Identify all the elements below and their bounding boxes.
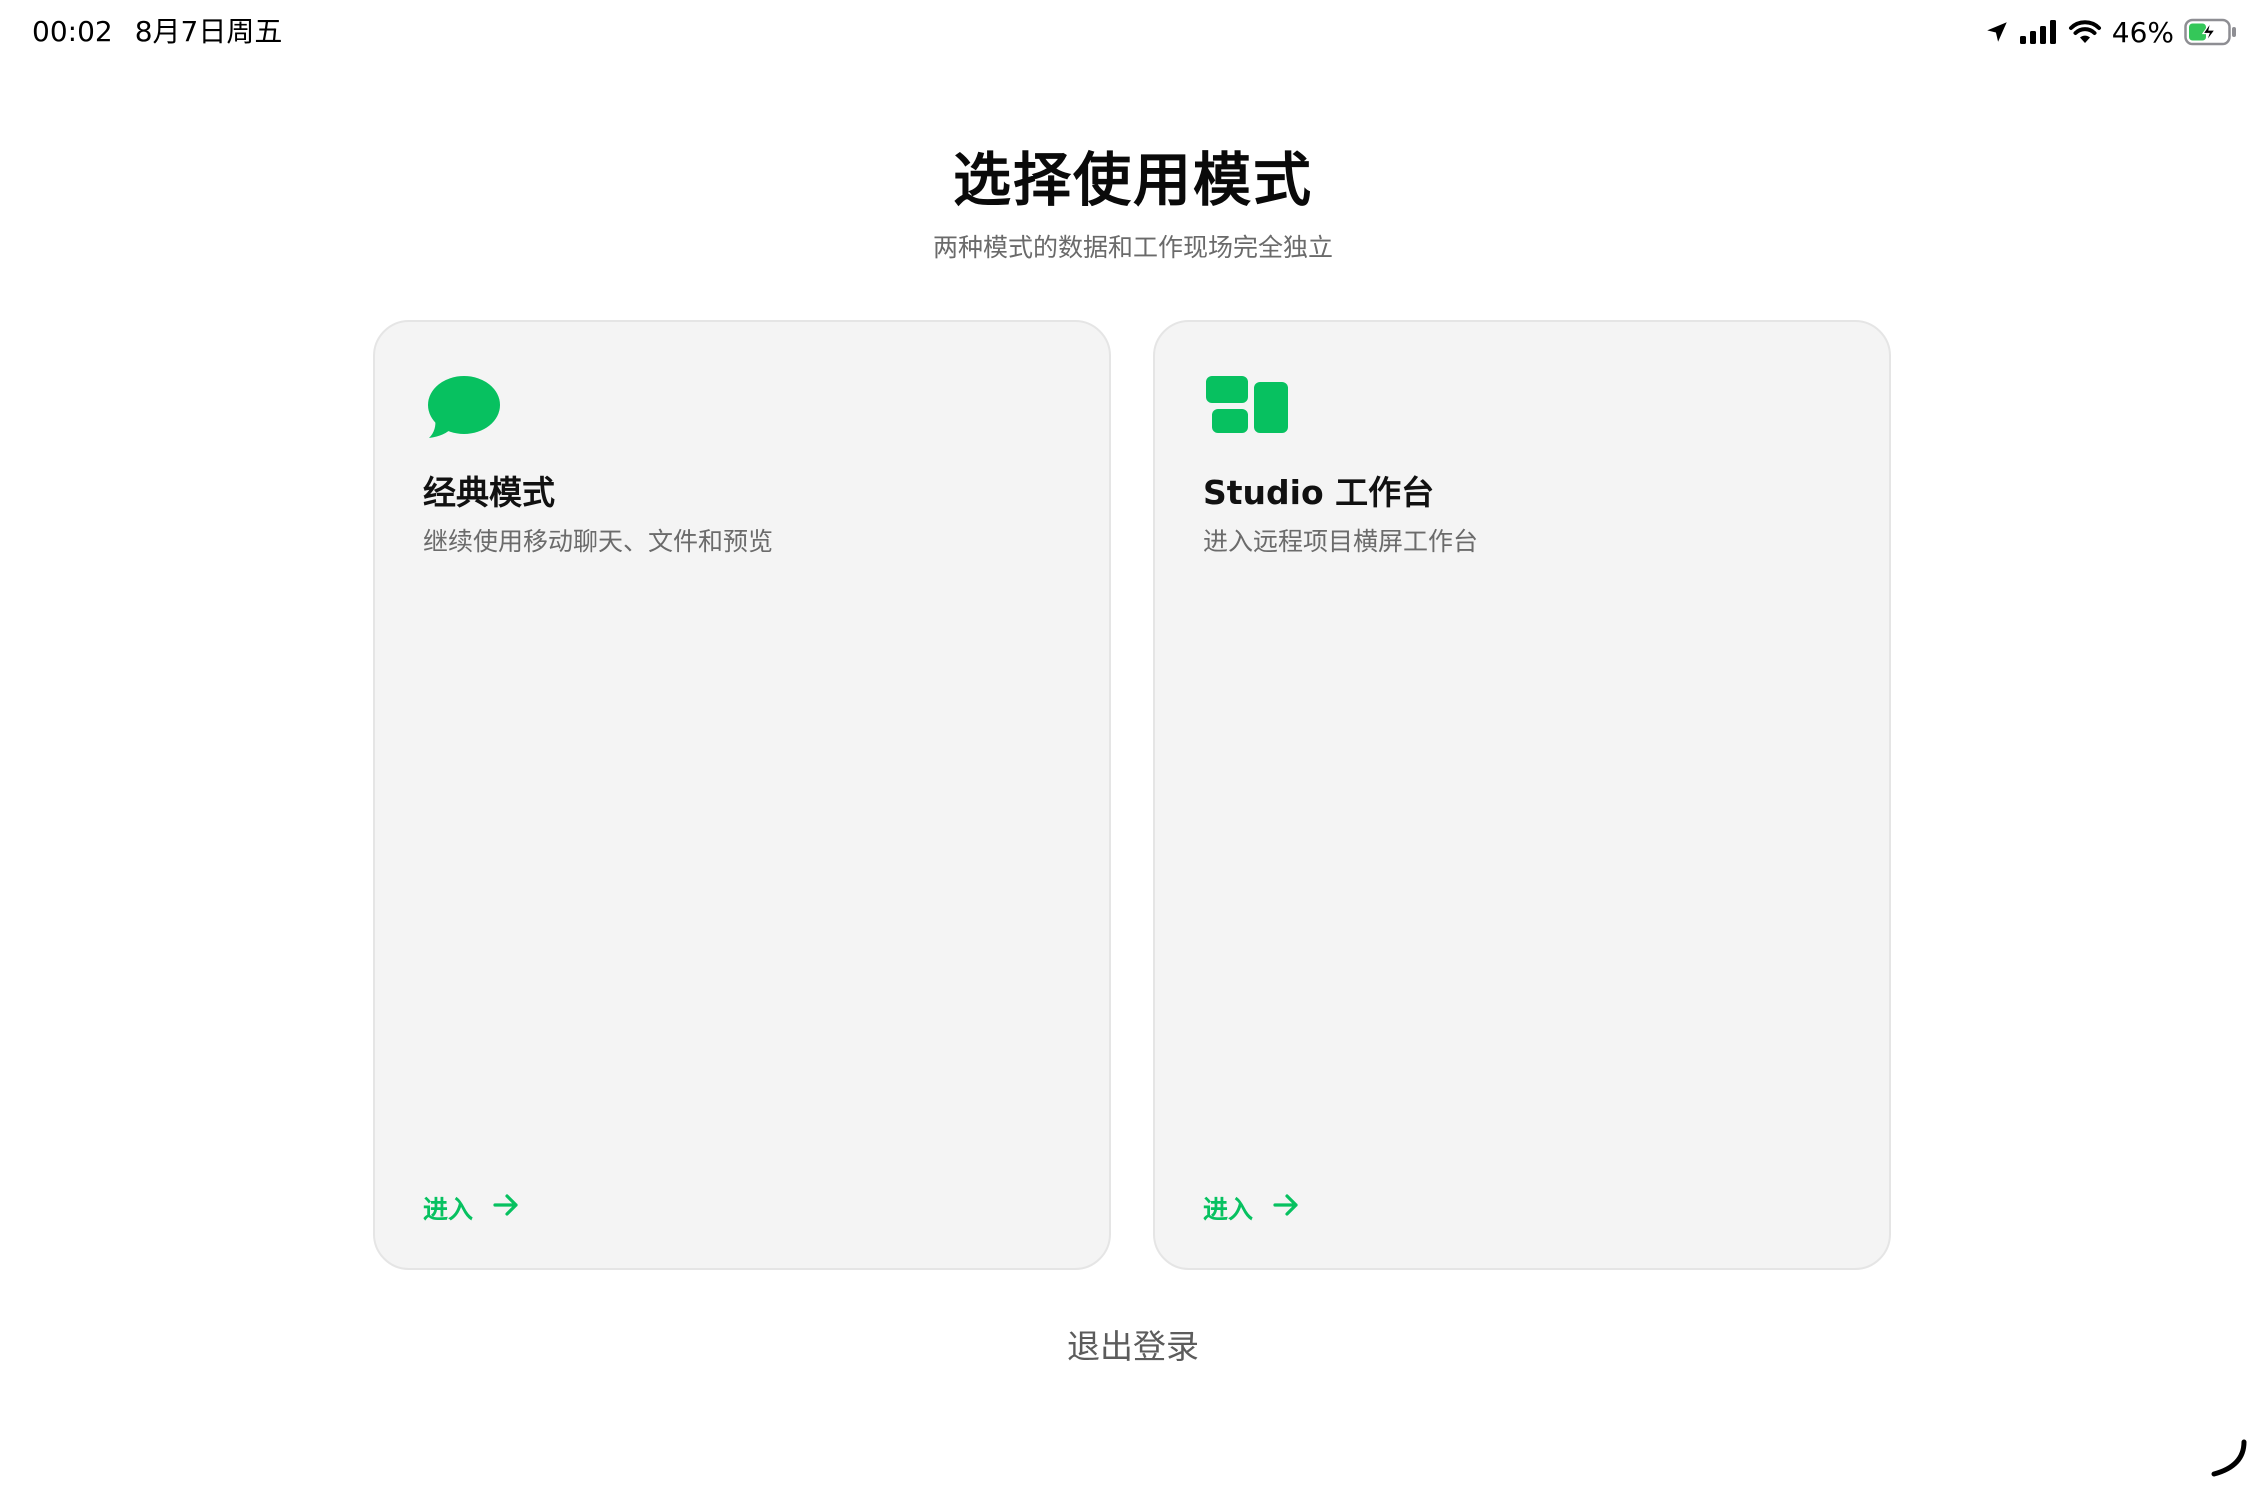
classic-mode-description: 继续使用移动聊天、文件和预览 xyxy=(423,527,774,556)
mode-selection-screen: 00:02 8月7日周五 46% 选择使用模式 两种模式的数据和工作现场完全独立… xyxy=(0,0,2266,1488)
page-subtitle: 两种模式的数据和工作现场完全独立 xyxy=(932,233,1333,262)
location-icon xyxy=(1984,19,2010,45)
battery-percent: 46% xyxy=(2111,15,2174,49)
resize-handle-icon[interactable] xyxy=(2206,1436,2250,1480)
arrow-right-icon xyxy=(491,1190,521,1230)
arrow-right-icon xyxy=(1271,1190,1301,1230)
chat-bubble-icon xyxy=(423,372,503,452)
classic-mode-enter-button[interactable]: 进入 xyxy=(423,1190,521,1230)
enter-label: 进入 xyxy=(1203,1195,1254,1224)
enter-label: 进入 xyxy=(423,1195,474,1224)
studio-mode-enter-button[interactable]: 进入 xyxy=(1203,1190,1301,1230)
studio-mode-title: Studio 工作台 xyxy=(1203,473,1435,512)
page-title: 选择使用模式 xyxy=(952,146,1313,214)
classic-mode-title: 经典模式 xyxy=(423,473,555,512)
wifi-icon xyxy=(2068,19,2102,45)
cellular-signal-icon xyxy=(2019,20,2058,44)
logout-button[interactable]: 退出登录 xyxy=(0,1324,2266,1370)
status-bar: 00:02 8月7日周五 46% xyxy=(0,0,2266,64)
battery-charging-icon xyxy=(2184,18,2238,46)
dashboard-grid-icon xyxy=(1203,372,1288,452)
status-right: 46% xyxy=(1984,12,2238,52)
studio-mode-description: 进入远程项目横屏工作台 xyxy=(1203,527,1479,556)
status-date: 8月7日周五 xyxy=(134,15,283,48)
status-time: 00:02 xyxy=(32,15,113,48)
status-left: 00:02 8月7日周五 xyxy=(32,14,282,50)
studio-mode-card[interactable]: Studio 工作台 进入远程项目横屏工作台 进入 xyxy=(1153,320,1891,1270)
classic-mode-card[interactable]: 经典模式 继续使用移动聊天、文件和预览 进入 xyxy=(373,320,1111,1270)
